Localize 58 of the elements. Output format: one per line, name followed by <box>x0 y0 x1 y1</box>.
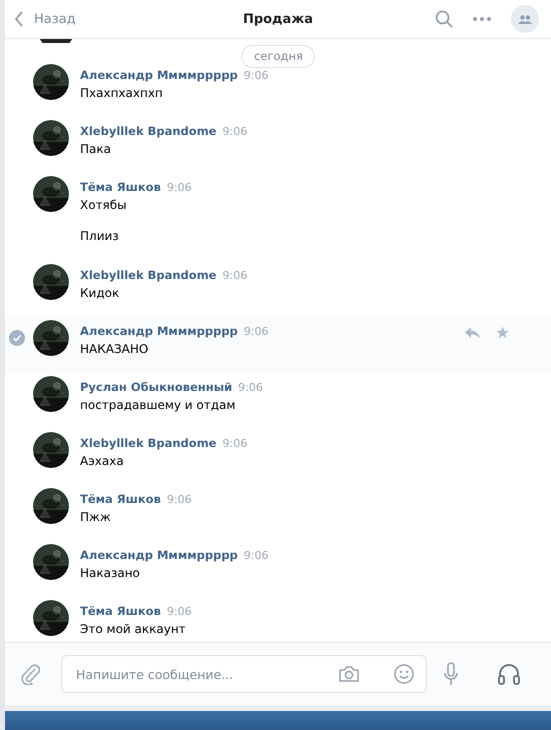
message-text: Аэхаха <box>80 454 125 468</box>
message-text: Пжж <box>80 510 112 524</box>
author-name[interactable]: Александр Ммммррррр <box>80 324 238 338</box>
message-text: Наказано <box>80 566 141 580</box>
message-row[interactable]: Xlebylllek Bpandome 9:06 Аэхаха <box>5 430 551 486</box>
message-time: 9:06 <box>222 269 248 282</box>
message-time: 9:06 <box>222 125 248 138</box>
message-text: Кидок <box>80 286 120 300</box>
message-text: НАКАЗАНО <box>80 342 150 356</box>
message-field[interactable]: Напишите сообщение... <box>61 655 427 693</box>
paperclip-icon[interactable] <box>21 663 41 685</box>
message-time: 9:06 <box>238 381 263 394</box>
date-pill: сегодня <box>241 45 315 68</box>
message-time: 9:06 <box>222 437 248 450</box>
message-time: 9:06 <box>166 181 192 194</box>
message-time: 9:06 <box>244 549 268 562</box>
message-row[interactable]: Руслан Обыкновенный 9:06 пострадавшему и отдам <box>5 374 551 430</box>
star-icon[interactable] <box>496 326 509 339</box>
members-button[interactable] <box>511 5 539 33</box>
message-row[interactable]: Александр Ммммррррр 9:06 НАКАЗАНО <box>5 318 551 374</box>
author-name[interactable]: Тёма Яшков <box>80 492 161 506</box>
more-icon[interactable] <box>473 17 491 21</box>
message-text: Плииз <box>80 229 120 243</box>
author-name[interactable]: Xlebylllek Bpandome <box>80 124 216 138</box>
check-circle-icon[interactable] <box>8 330 24 346</box>
people-icon <box>518 14 532 24</box>
author-name[interactable]: Тёма Яшков <box>80 180 161 194</box>
message-row[interactable]: Александр Ммммррррр 9:06 Наказано <box>5 542 551 598</box>
search-icon[interactable] <box>435 10 453 28</box>
back-link[interactable]: Назад <box>14 11 76 27</box>
author-name[interactable]: Александр Ммммррррр <box>80 68 238 82</box>
author-name[interactable]: Xlebylllek Bpandome <box>80 268 216 282</box>
microphone-icon[interactable] <box>443 662 459 686</box>
message-time: 9:06 <box>244 325 268 338</box>
chat-title: Продажа <box>242 12 314 26</box>
message-row[interactable]: Xlebylllek Bpandome 9:06 Пака <box>5 118 551 174</box>
author-name[interactable]: Xlebylllek Bpandome <box>80 436 216 450</box>
message-text: пострадавшему и отдам <box>80 398 236 412</box>
headphones-icon[interactable] <box>497 663 521 685</box>
message-time: 9:06 <box>244 69 268 82</box>
message-text: Хотябы <box>80 198 128 212</box>
message-input[interactable]: Напишите сообщение... <box>74 666 326 682</box>
author-name[interactable]: Руслан Обыкновенный <box>80 380 232 394</box>
chevron-left-icon <box>14 11 24 27</box>
message-text: Пхахпхахпхп <box>80 86 164 100</box>
author-name[interactable]: Александр Ммммррррр <box>80 548 238 562</box>
message-text: Пака <box>80 142 112 156</box>
message-row[interactable]: Тёма Яшков 9:06 Это мой аккаунт <box>5 598 551 642</box>
message-time: 9:06 <box>166 493 192 506</box>
smiley-icon[interactable] <box>394 664 414 684</box>
message-time: 9:06 <box>166 605 192 618</box>
author-name[interactable]: Тёма Яшков <box>80 604 161 618</box>
message-row[interactable]: Тёма Яшков 9:06 Хотябы Плииз <box>5 174 551 262</box>
message-row[interactable]: Xlebylllek Bpandome 9:06 Кидок <box>5 262 551 318</box>
message-row[interactable]: Тёма Яшков 9:06 Пжж <box>5 486 551 542</box>
reply-icon[interactable] <box>465 326 480 338</box>
message-text: Это мой аккаунт <box>80 622 187 636</box>
camera-icon[interactable] <box>338 665 360 683</box>
